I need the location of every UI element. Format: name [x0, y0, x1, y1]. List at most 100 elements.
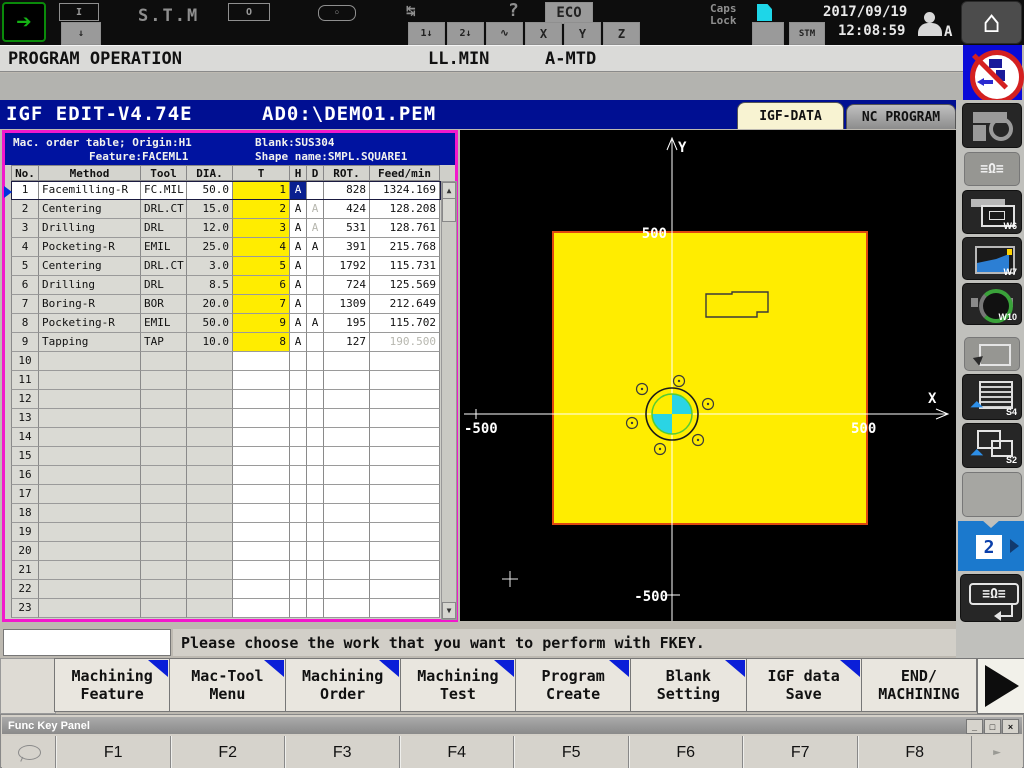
table-cell[interactable]: 125.569	[370, 276, 440, 295]
table-cell[interactable]: A	[290, 181, 307, 200]
screen-setting-icon[interactable]	[962, 103, 1022, 148]
table-row[interactable]: 8Pocketing-REMIL50.09AA195115.702	[11, 314, 441, 333]
table-row[interactable]: 15	[11, 447, 441, 466]
fkey-button[interactable]: END/MACHINING	[862, 658, 977, 712]
table-row[interactable]: 23	[11, 599, 441, 618]
table-cell[interactable]	[307, 276, 324, 295]
table-row[interactable]: 7Boring-RBOR20.07A1309212.649	[11, 295, 441, 314]
data-transfer-prohibited-icon[interactable]	[963, 45, 1022, 100]
calculator-s4-icon[interactable]: S4	[962, 374, 1022, 420]
home-button[interactable]: ⌂	[961, 1, 1022, 44]
table-cell[interactable]: 215.768	[370, 238, 440, 257]
table-row[interactable]: 1Facemilling-RFC.MIL50.01A8281324.169	[11, 181, 441, 200]
table-row[interactable]: 19	[11, 523, 441, 542]
table-cell[interactable]: 127	[324, 333, 370, 352]
machine-window-w6-icon[interactable]: W6	[962, 190, 1022, 234]
maximize-button[interactable]: □	[984, 719, 1001, 734]
scroll-up-icon[interactable]: ▲	[442, 182, 456, 199]
shape-preview-area[interactable]: Y X 500 -500 500 -500	[460, 130, 956, 621]
table-row[interactable]: 22	[11, 580, 441, 599]
table-row[interactable]: 14	[11, 428, 441, 447]
table-cell[interactable]: 3	[233, 219, 290, 238]
table-cell[interactable]: 724	[324, 276, 370, 295]
load-monitor-w7-icon[interactable]: W7	[962, 237, 1022, 280]
work-light-icon[interactable]: ≡Ω≡	[964, 152, 1020, 186]
soft-fkey-f1[interactable]: F1	[56, 736, 171, 768]
table-cell[interactable]: 828	[324, 181, 370, 200]
table-cell[interactable]: 424	[324, 200, 370, 219]
table-row[interactable]: 21	[11, 561, 441, 580]
fkey-more-button[interactable]: ►	[972, 736, 1022, 768]
soft-fkey-f4[interactable]: F4	[400, 736, 515, 768]
fkey-next-page-button[interactable]	[977, 658, 1024, 714]
soft-fkey-f5[interactable]: F5	[514, 736, 629, 768]
cycle-start-icon[interactable]: ➔	[2, 2, 46, 42]
table-cell[interactable]	[307, 257, 324, 276]
tab-igf-data[interactable]: IGF-DATA	[737, 102, 844, 129]
table-row[interactable]: 12	[11, 390, 441, 409]
soft-fkey-f8[interactable]: F8	[858, 736, 973, 768]
soft-fkey-f6[interactable]: F6	[629, 736, 744, 768]
table-cell[interactable]: 5	[233, 257, 290, 276]
table-scrollbar[interactable]: ▲ ▼	[441, 181, 457, 620]
table-row[interactable]: 20	[11, 542, 441, 561]
table-cell[interactable]: A	[307, 238, 324, 257]
table-cell[interactable]: 2	[233, 200, 290, 219]
table-cell[interactable]	[307, 333, 324, 352]
table-cell[interactable]: A	[290, 219, 307, 238]
table-cell[interactable]	[307, 295, 324, 314]
fkey-button[interactable]: Mac-ToolMenu	[170, 658, 285, 712]
table-cell[interactable]: 1324.169	[370, 181, 440, 200]
table-cell[interactable]: 190.500	[370, 333, 440, 352]
table-cell[interactable]: A	[290, 314, 307, 333]
fkey-button[interactable]: MachiningOrder	[286, 658, 401, 712]
scroll-thumb[interactable]	[442, 198, 456, 222]
table-cell[interactable]: A	[290, 257, 307, 276]
table-cell[interactable]: 128.208	[370, 200, 440, 219]
table-row[interactable]: 9TappingTAP10.08A127190.500	[11, 333, 441, 352]
table-row[interactable]: 11	[11, 371, 441, 390]
table-cell[interactable]	[307, 181, 324, 200]
spindle-monitor-w10-icon[interactable]: W10	[962, 283, 1022, 325]
table-row[interactable]: 2CenteringDRL.CT15.02AA424128.208	[11, 200, 441, 219]
table-cell[interactable]: A	[290, 295, 307, 314]
table-row[interactable]: 5CenteringDRL.CT3.05A1792115.731	[11, 257, 441, 276]
message-bubble-button[interactable]	[2, 736, 56, 768]
table-cell[interactable]: A	[307, 314, 324, 333]
table-cell[interactable]: 8	[233, 333, 290, 352]
fkey-button[interactable]: IGF dataSave	[747, 658, 862, 712]
soft-fkey-f3[interactable]: F3	[285, 736, 400, 768]
table-cell[interactable]: A	[307, 219, 324, 238]
table-row[interactable]: 10	[11, 352, 441, 371]
table-cell[interactable]: 115.731	[370, 257, 440, 276]
table-cell[interactable]: 531	[324, 219, 370, 238]
table-row[interactable]: 17	[11, 485, 441, 504]
table-cell[interactable]: 1792	[324, 257, 370, 276]
table-row[interactable]: 4Pocketing-REMIL25.04AA391215.768	[11, 238, 441, 257]
table-cell[interactable]: A	[290, 276, 307, 295]
scroll-down-icon[interactable]: ▼	[442, 602, 456, 619]
table-cell[interactable]: 4	[233, 238, 290, 257]
table-cell[interactable]: 7	[233, 295, 290, 314]
func-key-panel-titlebar[interactable]: Func Key Panel _ □ ×	[2, 717, 1022, 734]
table-cell[interactable]: 391	[324, 238, 370, 257]
light-setting-icon[interactable]: ≡Ω≡	[960, 574, 1022, 622]
table-cell[interactable]: 1309	[324, 295, 370, 314]
soft-fkey-f2[interactable]: F2	[171, 736, 286, 768]
table-cell[interactable]: A	[290, 200, 307, 219]
table-row[interactable]: 16	[11, 466, 441, 485]
table-row[interactable]: 3DrillingDRL12.03AA531128.761	[11, 219, 441, 238]
table-cell[interactable]: 128.761	[370, 219, 440, 238]
table-cell[interactable]: 9	[233, 314, 290, 333]
fkey-button[interactable]: MachiningTest	[401, 658, 516, 712]
table-cell[interactable]: A	[307, 200, 324, 219]
table-row[interactable]: 18	[11, 504, 441, 523]
table-cell[interactable]: 195	[324, 314, 370, 333]
table-cell[interactable]: 6	[233, 276, 290, 295]
page-indicator[interactable]: 2	[958, 521, 1024, 571]
table-cell[interactable]: 115.702	[370, 314, 440, 333]
fkey-button[interactable]: ProgramCreate	[516, 658, 631, 712]
multi-window-s2-icon[interactable]: S2	[962, 423, 1022, 468]
tab-nc-program[interactable]: NC PROGRAM	[846, 104, 956, 129]
window-select-icon[interactable]	[964, 337, 1020, 371]
